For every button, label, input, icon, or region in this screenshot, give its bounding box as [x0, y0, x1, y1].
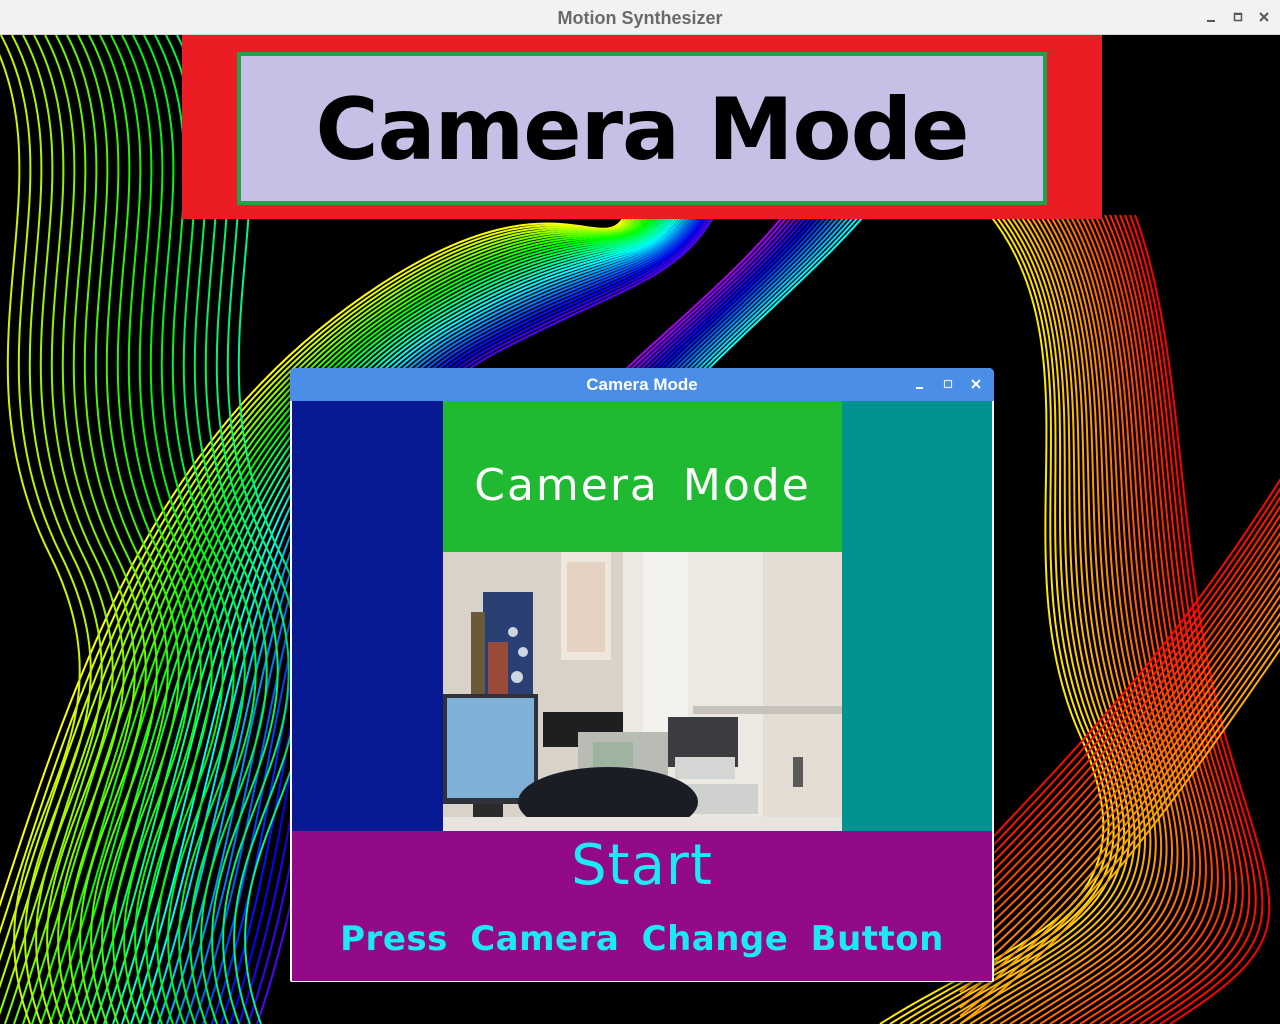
minimize-icon[interactable]: [1203, 9, 1219, 25]
dialog-maximize-icon[interactable]: [941, 377, 955, 391]
maximize-icon[interactable]: [1230, 9, 1246, 25]
camera-mode-dialog: Camera Mode Camera Mode Start Press Came…: [290, 368, 994, 982]
main-window-title: Motion Synthesizer: [557, 8, 723, 28]
dialog-minimize-icon[interactable]: [913, 377, 927, 391]
header-banner: Camera Mode: [182, 35, 1102, 219]
banner-title: Camera Mode: [315, 79, 969, 180]
header-banner-panel: Camera Mode: [237, 52, 1047, 205]
left-color-panel: [292, 401, 443, 831]
close-icon[interactable]: [1256, 9, 1272, 25]
right-color-panel: [842, 401, 992, 831]
dialog-title: Camera Mode: [586, 375, 698, 394]
main-window-titlebar: Motion Synthesizer: [0, 0, 1280, 35]
dialog-body: Camera Mode Start Press Camera Change Bu…: [292, 401, 992, 981]
start-label: Start: [571, 833, 713, 898]
mode-header-label: Camera Mode: [474, 460, 811, 511]
dialog-titlebar[interactable]: Camera Mode: [290, 368, 994, 401]
instruction-label: Press Camera Change Button: [340, 919, 944, 959]
dialog-close-icon[interactable]: [969, 377, 983, 391]
camera-feed-image: [443, 552, 842, 831]
start-panel: Start Press Camera Change Button: [292, 831, 992, 981]
mode-header-panel: Camera Mode: [443, 401, 842, 552]
